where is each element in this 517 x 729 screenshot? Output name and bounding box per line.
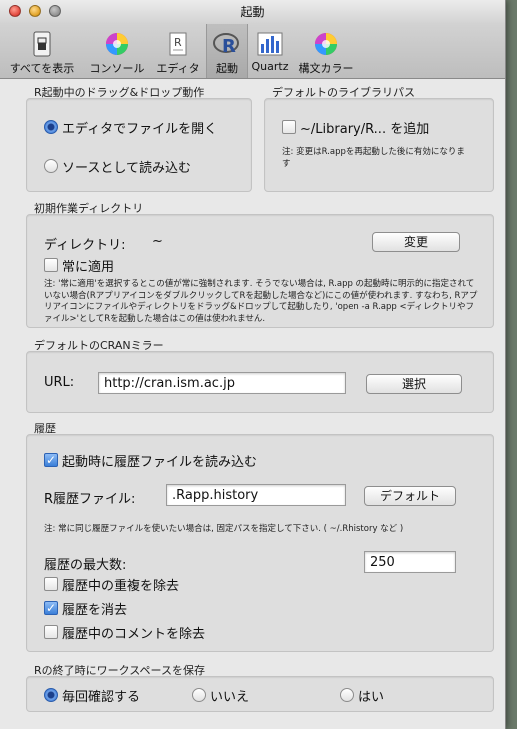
cran-url-field[interactable]: http://cran.ism.ac.jp (98, 372, 346, 394)
directory-label: ディレクトリ: (44, 238, 126, 253)
radio-open-in-editor-label[interactable]: エディタでファイルを開く (62, 118, 217, 137)
radio-source[interactable] (44, 159, 58, 173)
toolbar-console[interactable]: コンソール (86, 24, 148, 78)
cran-select-button[interactable]: 選択 (366, 374, 462, 394)
chart-icon (256, 30, 284, 58)
radio-ask-every-time-label[interactable]: 毎回確認する (62, 686, 140, 705)
radio-open-in-editor[interactable] (44, 120, 58, 134)
radio-yes-label[interactable]: はい (358, 686, 384, 705)
radio-source-label[interactable]: ソースとして読み込む (62, 157, 191, 176)
remove-duplicates-label[interactable]: 履歴中の重複を除去 (62, 575, 179, 594)
always-apply-label[interactable]: 常に適用 (62, 256, 114, 275)
toolbar-label: 起動 (216, 62, 238, 75)
library-box (264, 98, 494, 192)
toolbar-syntax-color[interactable]: 構文カラー (294, 24, 358, 78)
preferences-window: 起動 すべてを表示 コンソール R エディタ R 起動 Quartz 構文カラー… (0, 0, 506, 729)
history-file-field[interactable]: .Rapp.history (166, 484, 346, 506)
radio-no[interactable] (192, 688, 206, 702)
workdir-note: 注: '常に適用'を選択するとこの値が常に強制されます. そうでない場合は, R… (44, 279, 478, 324)
dragdrop-box (26, 98, 252, 192)
history-note: 注: 常に同じ履歴ファイルを使いたい場合は, 固定パスを指定して下さい. ( ~… (44, 524, 404, 534)
r-logo-icon: R (213, 30, 241, 58)
clean-history-checkbox[interactable]: ✓ (44, 601, 58, 615)
cran-url-label: URL: (44, 375, 75, 390)
toolbar-label: Quartz (251, 60, 289, 73)
color-wheel-icon (103, 30, 131, 58)
toolbar: すべてを表示 コンソール R エディタ R 起動 Quartz 構文カラー (0, 24, 505, 79)
library-add-checkbox[interactable] (282, 120, 296, 134)
change-directory-button[interactable]: 変更 (372, 232, 460, 252)
remove-comments-checkbox[interactable] (44, 625, 58, 639)
history-file-label: R履歴ファイル: (44, 492, 136, 507)
remove-comments-label[interactable]: 履歴中のコメントを除去 (62, 623, 205, 642)
toolbar-label: 構文カラー (298, 62, 354, 75)
zoom-button[interactable] (49, 5, 61, 17)
toolbar-show-all[interactable]: すべてを表示 (4, 24, 80, 78)
minimize-button[interactable] (29, 5, 41, 17)
history-max-field[interactable]: 250 (364, 551, 456, 573)
toolbar-editor[interactable]: R エディタ (152, 24, 204, 78)
document-icon: R (164, 30, 192, 58)
radio-no-label[interactable]: いいえ (210, 686, 249, 705)
clean-history-label[interactable]: 履歴を消去 (62, 599, 127, 618)
load-history-label[interactable]: 起動時に履歴ファイルを読み込む (62, 451, 257, 470)
title-bar: 起動 (0, 0, 505, 24)
radio-yes[interactable] (340, 688, 354, 702)
remove-duplicates-checkbox[interactable] (44, 577, 58, 591)
history-default-button[interactable]: デフォルト (364, 486, 456, 506)
close-button[interactable] (9, 5, 21, 17)
toolbar-label: エディタ (156, 62, 200, 75)
history-max-label: 履歴の最大数: (44, 558, 127, 573)
toolbar-label: コンソール (89, 62, 145, 75)
window-title: 起動 (240, 5, 265, 19)
load-history-checkbox[interactable]: ✓ (44, 453, 58, 467)
always-apply-checkbox[interactable] (44, 258, 58, 272)
library-add-label[interactable]: ~/Library/R... を追加 (300, 118, 429, 137)
library-note: 注: 変更はR.appを再起動した後に有効になります (282, 147, 465, 169)
color-wheel-icon (312, 30, 340, 58)
toolbar-quartz[interactable]: Quartz (248, 24, 292, 78)
toolbar-label: すべてを表示 (9, 62, 75, 75)
switch-icon (28, 30, 56, 58)
svg-text:R: R (174, 36, 182, 49)
toolbar-startup[interactable]: R 起動 (206, 24, 248, 78)
radio-ask-every-time[interactable] (44, 688, 58, 702)
svg-text:R: R (222, 36, 236, 57)
directory-value: ~ (152, 234, 163, 249)
